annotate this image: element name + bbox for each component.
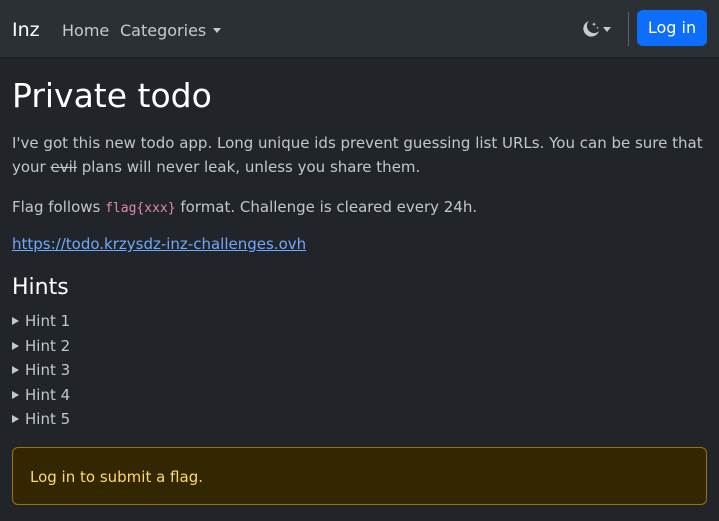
moon-stars-icon bbox=[583, 21, 599, 37]
page-title: Private todo bbox=[12, 76, 212, 115]
challenge-url-link[interactable]: https://todo.krzysdz-inz-challenges.ovh bbox=[12, 235, 306, 253]
flag-format-code: flag{xxx} bbox=[105, 201, 176, 216]
nav-categories-label: Categories bbox=[120, 21, 207, 40]
flag-text-start: Flag follows bbox=[12, 198, 106, 216]
hint-item-3[interactable]: Hint 3 bbox=[12, 358, 70, 383]
disclosure-triangle-icon bbox=[12, 390, 19, 399]
hint-item-4[interactable]: Hint 4 bbox=[12, 383, 70, 408]
hint-label: Hint 4 bbox=[25, 385, 71, 404]
chevron-down-icon bbox=[603, 27, 611, 32]
login-button[interactable]: Log in bbox=[637, 10, 707, 46]
navbar-divider bbox=[628, 12, 629, 46]
disclosure-triangle-icon bbox=[12, 415, 19, 423]
hint-label: Hint 3 bbox=[25, 361, 71, 379]
theme-toggle-dropdown[interactable] bbox=[581, 19, 613, 39]
flag-format-paragraph: Flag follows flag{xxx} format. Challenge… bbox=[12, 195, 712, 221]
hint-item-5[interactable]: Hint 5 bbox=[12, 407, 70, 432]
hints-list: Hint 1 Hint 2 Hint 3 Hint 4 Hint 5 bbox=[12, 309, 70, 432]
hint-label: Hint 5 bbox=[25, 410, 71, 428]
disclosure-triangle-icon bbox=[12, 341, 19, 350]
disclosure-triangle-icon bbox=[12, 317, 19, 325]
intro-paragraph: I've got this new todo app. Long unique … bbox=[12, 131, 712, 179]
login-required-alert: Log in to submit a flag. bbox=[12, 447, 707, 505]
hint-item-2[interactable]: Hint 2 bbox=[12, 334, 70, 359]
hint-item-1[interactable]: Hint 1 bbox=[12, 309, 70, 334]
nav-home-link[interactable]: Home bbox=[62, 21, 109, 40]
nav-categories-dropdown[interactable]: Categories bbox=[120, 21, 222, 40]
alert-text: Log in to submit a flag. bbox=[30, 468, 203, 486]
flag-text-end: format. Challenge is cleared every 24h. bbox=[175, 198, 478, 216]
navbar: Inz Home Categories Log in bbox=[0, 0, 719, 58]
disclosure-triangle-icon bbox=[12, 366, 19, 374]
hints-heading: Hints bbox=[12, 275, 69, 300]
chevron-down-icon bbox=[213, 28, 222, 33]
intro-text-end: plans will never leak, unless you share … bbox=[76, 158, 421, 176]
intro-struck-word: evil bbox=[50, 158, 77, 176]
hint-label: Hint 1 bbox=[25, 312, 71, 330]
brand-link[interactable]: Inz bbox=[12, 19, 40, 41]
hint-label: Hint 2 bbox=[25, 336, 71, 355]
